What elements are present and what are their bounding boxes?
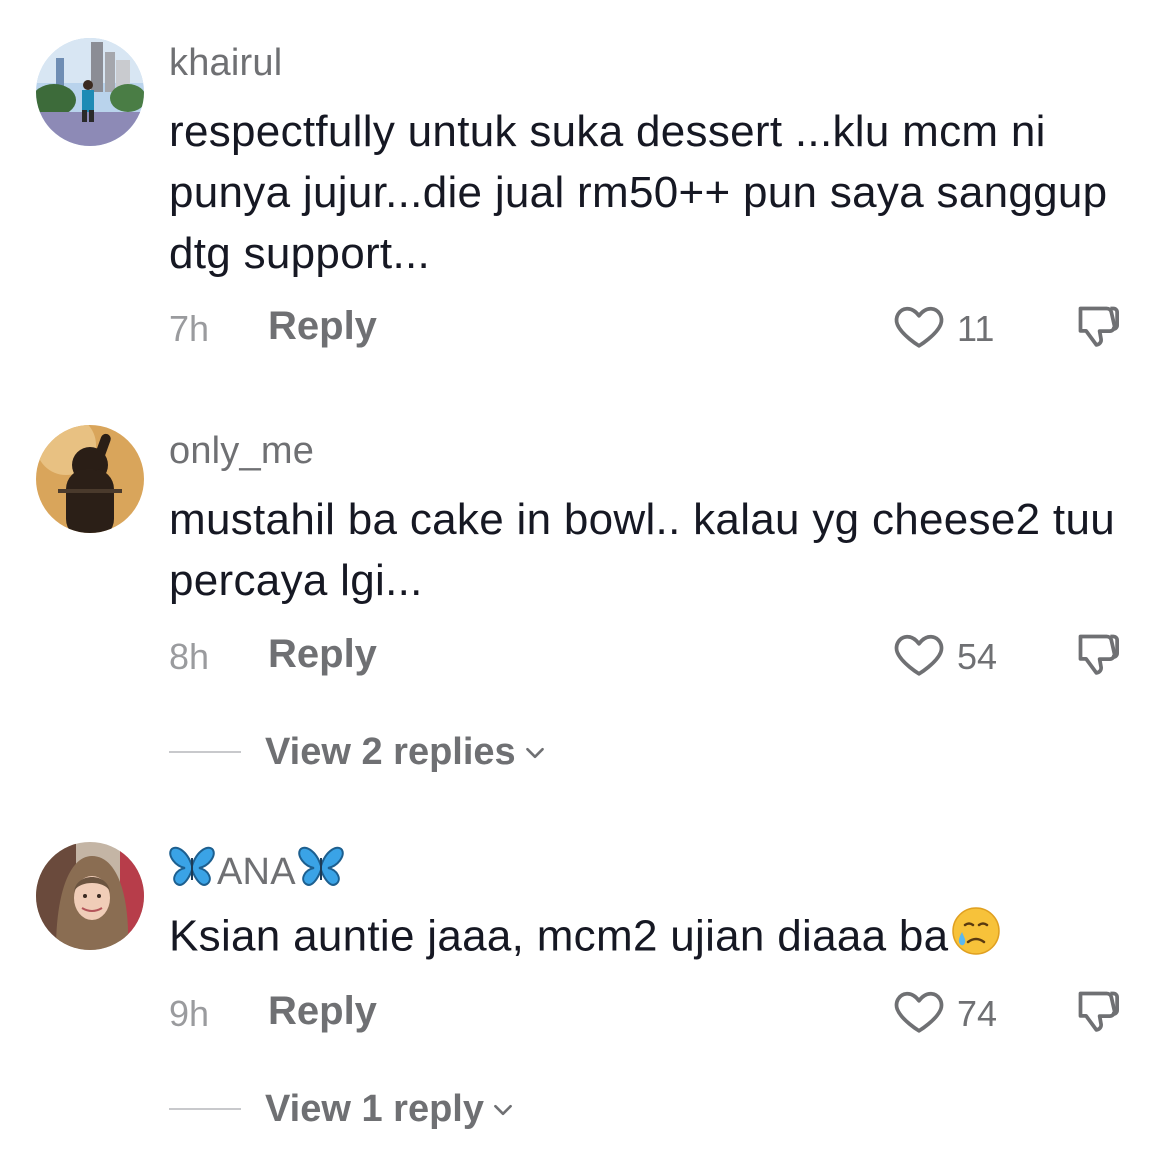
avatar[interactable]: [36, 425, 144, 533]
username-label: ANA: [217, 850, 296, 893]
comment-text: mustahil ba cake in bowl.. kalau yg chee…: [169, 495, 1115, 605]
avatar[interactable]: [36, 38, 144, 146]
comment-actions: 8h Reply 54: [169, 626, 1129, 686]
username[interactable]: khairul: [169, 42, 282, 85]
like-count: 11: [957, 308, 995, 349]
timestamp: 8h: [169, 636, 210, 677]
view-replies-button[interactable]: View 1 reply: [169, 1084, 516, 1134]
like-count: 54: [957, 636, 998, 677]
heart-icon[interactable]: [891, 626, 947, 682]
reply-button[interactable]: Reply: [268, 989, 377, 1034]
like-count: 74: [957, 993, 998, 1034]
avatar[interactable]: [36, 842, 144, 950]
thumbs-down-icon[interactable]: [1070, 983, 1126, 1039]
username[interactable]: only_me: [169, 430, 314, 473]
comment-text: Ksian auntie jaaa, mcm2 ujian diaaa ba: [169, 905, 1129, 973]
comment-text: respectfully untuk suka dessert ...klu m…: [169, 107, 1108, 278]
divider: [169, 751, 241, 753]
comment-actions: 9h Reply 74: [169, 983, 1129, 1043]
chevron-down-icon: [522, 740, 548, 771]
timestamp: 9h: [169, 993, 210, 1034]
view-replies-label: View 2 replies: [265, 730, 516, 773]
comment-actions: 7h Reply 11: [169, 298, 1129, 358]
username[interactable]: ANA: [169, 846, 344, 898]
timestamp: 7h: [169, 308, 210, 349]
heart-icon[interactable]: [891, 983, 947, 1039]
view-replies-label: View 1 reply: [265, 1087, 484, 1130]
butterfly-icon: [298, 846, 344, 898]
heart-icon[interactable]: [891, 298, 947, 354]
reply-button[interactable]: Reply: [268, 304, 377, 349]
divider: [169, 1108, 241, 1110]
thumbs-down-icon[interactable]: [1070, 626, 1126, 682]
comment-text-content: Ksian auntie jaaa, mcm2 ujian diaaa ba: [169, 911, 949, 961]
butterfly-icon: [169, 846, 215, 898]
chevron-down-icon: [490, 1097, 516, 1128]
reply-button[interactable]: Reply: [268, 632, 377, 677]
thumbs-down-icon[interactable]: [1070, 298, 1126, 354]
crying-face-icon: [950, 905, 1002, 973]
view-replies-button[interactable]: View 2 replies: [169, 727, 548, 777]
